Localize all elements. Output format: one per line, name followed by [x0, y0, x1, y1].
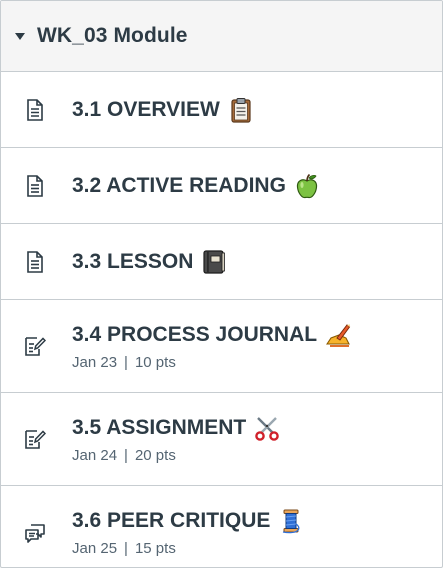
discussion-icon — [23, 521, 47, 545]
module-item-assignment[interactable]: 3.5 ASSIGNMENT Jan 24 | 20 pts — [1, 393, 442, 486]
item-title[interactable]: 3.3 LESSON — [72, 250, 193, 274]
page-icon — [23, 98, 47, 122]
due-date: Jan 25 — [72, 540, 118, 557]
points: 10 pts — [134, 353, 176, 371]
page-icon — [23, 174, 47, 198]
module-header[interactable]: WK_03 Module — [1, 1, 442, 72]
module-item-peer-critique[interactable]: 3.6 PEER CRITIQUE Jan 25 | 15 pts — [1, 486, 442, 567]
meta-separator: | — [124, 540, 128, 557]
item-meta: Jan 25 | 15 pts — [72, 540, 304, 557]
assignment-icon — [23, 427, 47, 451]
item-meta: Jan 24 | 20 pts — [72, 447, 280, 464]
scissors-icon — [255, 416, 280, 441]
clipboard-icon — [231, 97, 251, 123]
module-item-lesson[interactable]: 3.3 LESSON — [1, 224, 442, 300]
module-item-overview[interactable]: 3.1 OVERVIEW — [1, 72, 442, 148]
item-title[interactable]: 3.6 PEER CRITIQUE — [72, 509, 270, 533]
meta-separator: | — [124, 353, 128, 371]
notebook-icon — [203, 249, 226, 274]
item-title[interactable]: 3.2 ACTIVE READING — [72, 174, 286, 198]
writing-hand-icon — [326, 323, 351, 347]
thread-spool-icon — [283, 509, 300, 534]
item-meta: Jan 23 | 10 pts — [72, 354, 351, 371]
item-title[interactable]: 3.1 OVERVIEW — [72, 98, 220, 122]
module-title: WK_03 Module — [37, 24, 188, 47]
module-item-active-reading[interactable]: 3.2 ACTIVE READING — [1, 148, 442, 224]
module-item-process-journal[interactable]: 3.4 PROCESS JOURNAL Jan 23 | 10 pts — [1, 300, 442, 393]
caret-down-icon[interactable] — [15, 33, 25, 40]
item-title[interactable]: 3.4 PROCESS JOURNAL — [72, 323, 317, 347]
meta-separator: | — [124, 446, 128, 464]
assignment-icon — [23, 334, 47, 358]
points: 15 pts — [134, 540, 176, 557]
page-icon — [23, 250, 47, 274]
points: 20 pts — [134, 446, 176, 464]
green-apple-icon — [296, 173, 318, 198]
due-date: Jan 23 — [72, 353, 118, 371]
due-date: Jan 24 — [72, 446, 118, 464]
item-title[interactable]: 3.5 ASSIGNMENT — [72, 416, 246, 440]
module-container: WK_03 Module 3.1 OVERVIEW 3.2 ACTIVE REA… — [0, 0, 443, 568]
